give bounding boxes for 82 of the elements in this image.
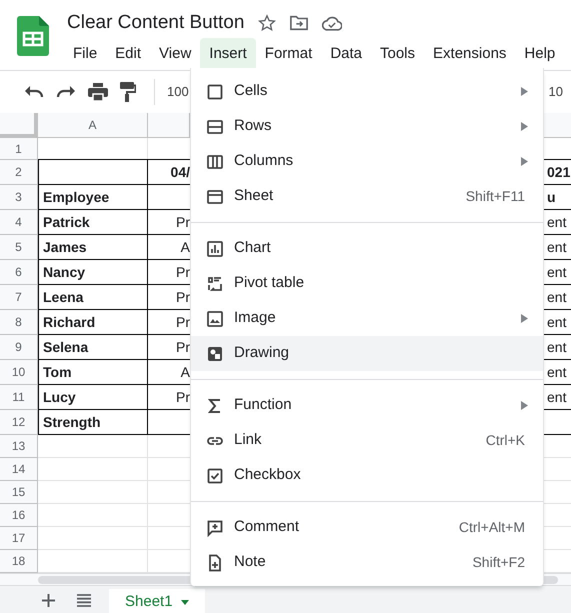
row-number[interactable]: 17 <box>0 527 38 550</box>
shapes-icon <box>206 344 224 362</box>
menu-item[interactable]: Rows <box>191 109 543 144</box>
caret-icon <box>180 600 189 604</box>
table-cell: Nancy <box>38 259 148 285</box>
row-number[interactable]: 8 <box>0 310 38 335</box>
row-number[interactable]: 12 <box>0 410 38 435</box>
note-add-icon <box>206 554 224 572</box>
row-number[interactable]: 10 <box>0 360 38 385</box>
font-size-value[interactable]: 10 <box>548 82 563 102</box>
row-number[interactable]: 3 <box>0 185 38 210</box>
table-cell: James <box>38 234 148 260</box>
submenu-arrow-icon <box>521 87 528 96</box>
row-number[interactable]: 14 <box>0 458 38 481</box>
row-number[interactable]: 5 <box>0 235 38 260</box>
paint-roller-icon[interactable] <box>120 82 136 102</box>
row-number[interactable]: 4 <box>0 210 38 235</box>
row-number[interactable]: 18 <box>0 550 38 573</box>
row-number[interactable]: 1 <box>0 138 38 160</box>
menu-item[interactable]: Note Shift+F2 <box>191 545 543 580</box>
table-cell: Patrick <box>38 209 148 235</box>
row-number[interactable]: 11 <box>0 385 38 410</box>
row-number[interactable]: 15 <box>0 481 38 504</box>
star-icon[interactable] <box>258 14 276 32</box>
menu-item[interactable]: Columns <box>191 144 543 179</box>
menu-item[interactable]: Image <box>191 301 543 336</box>
row-number[interactable]: 6 <box>0 260 38 285</box>
table-cell: Lucy <box>38 384 148 410</box>
column-header[interactable]: A <box>38 113 148 137</box>
image-icon <box>206 310 224 328</box>
add-sheet-icon[interactable] <box>42 594 55 607</box>
sheet-tab[interactable]: Sheet1 <box>109 589 205 613</box>
table-cell: Strength <box>38 409 148 435</box>
sheet-icon <box>206 188 224 206</box>
menu-item[interactable]: Link Ctrl+K <box>191 423 543 458</box>
row-number[interactable]: 2 <box>0 160 38 185</box>
columns-icon <box>206 152 224 170</box>
table-cell: Employee <box>38 184 148 210</box>
menu-item[interactable]: File <box>64 38 106 70</box>
table-cell: Tom <box>38 359 148 385</box>
menu-item[interactable]: Function <box>191 388 543 423</box>
bar-chart-icon <box>206 240 224 258</box>
document-title[interactable]: Clear Content Button <box>67 8 244 38</box>
menu-item[interactable]: Drawing <box>191 336 543 371</box>
menu-item[interactable]: Cells <box>191 74 543 109</box>
table-cell: Leena <box>38 284 148 310</box>
pivot-table-icon <box>206 274 224 292</box>
zoom-value[interactable]: 100 <box>167 82 189 102</box>
menu-item[interactable]: Comment Ctrl+Alt+M <box>191 510 543 545</box>
menu-item[interactable]: Help <box>515 38 564 70</box>
undo-icon[interactable] <box>24 85 44 99</box>
menu-item[interactable]: Format <box>256 38 322 70</box>
checkbox-icon <box>206 466 224 484</box>
menu-item[interactable]: Tools <box>371 38 424 70</box>
row-number[interactable]: 13 <box>0 435 38 458</box>
submenu-arrow-icon <box>521 122 528 131</box>
submenu-arrow-icon <box>521 157 528 166</box>
square-icon <box>206 82 224 100</box>
row-number[interactable]: 16 <box>0 504 38 527</box>
comment-add-icon <box>206 518 224 536</box>
menu-item[interactable]: Checkbox <box>191 458 543 493</box>
menu-item[interactable]: Edit <box>106 38 150 70</box>
menu-item[interactable]: Sheet Shift+F11 <box>191 179 543 214</box>
folder-icon[interactable] <box>290 15 308 31</box>
submenu-arrow-icon <box>521 401 528 410</box>
row-number[interactable]: 7 <box>0 285 38 310</box>
menu-item[interactable]: View <box>150 38 200 70</box>
menu-item[interactable]: Insert <box>200 38 256 70</box>
menu-item[interactable]: Data <box>321 38 371 70</box>
menu-item[interactable]: Pivot table <box>191 266 543 301</box>
menu-item[interactable]: Chart <box>191 231 543 266</box>
cloud-check-icon[interactable] <box>322 16 342 30</box>
sheets-logo-icon <box>17 16 49 56</box>
print-icon[interactable] <box>88 83 108 101</box>
table-cell: Richard <box>38 309 148 335</box>
rows-icon <box>206 118 224 136</box>
list-icon[interactable] <box>77 594 91 607</box>
submenu-arrow-icon <box>521 314 528 323</box>
redo-icon[interactable] <box>56 85 76 99</box>
table-cell: Selena <box>38 334 148 360</box>
row-number[interactable]: 9 <box>0 335 38 360</box>
menu-item[interactable]: Extensions <box>424 38 516 70</box>
